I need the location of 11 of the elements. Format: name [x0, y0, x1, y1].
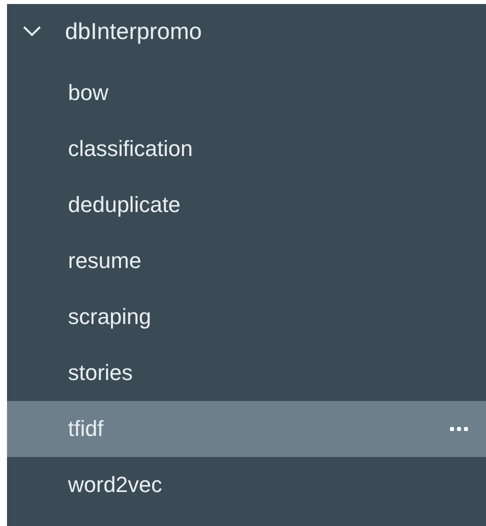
tree-item[interactable]: classification — [7, 121, 486, 177]
tree-item[interactable]: scraping — [7, 289, 486, 345]
tree-item[interactable]: deduplicate — [7, 177, 486, 233]
tree-item[interactable]: tfidf — [7, 401, 486, 457]
tree-item[interactable]: bow — [7, 65, 486, 121]
folder-label[interactable]: dbInterpromo — [65, 18, 202, 44]
tree-item[interactable]: word2vec — [7, 457, 486, 513]
chevron-icon[interactable] — [21, 24, 43, 38]
tree-item[interactable]: resume — [7, 233, 486, 289]
more-icon[interactable] — [450, 427, 468, 431]
tree-item[interactable]: stories — [7, 345, 486, 401]
